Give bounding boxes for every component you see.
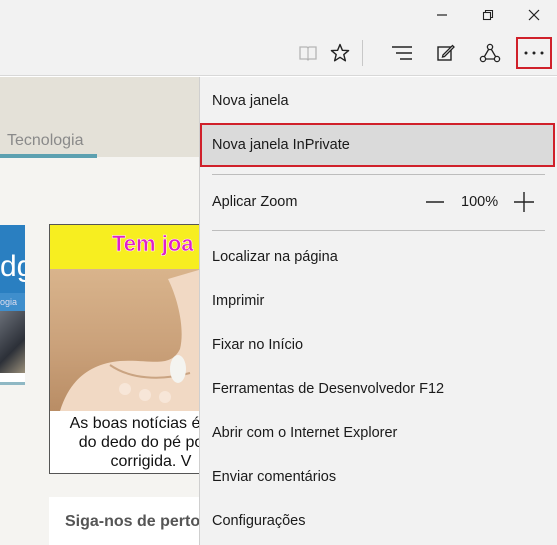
menu-item-pin-to-start[interactable]: Fixar no Início: [200, 323, 557, 367]
menu-separator: [212, 230, 545, 231]
web-note-icon: [437, 44, 455, 61]
favorite-button[interactable]: [323, 36, 357, 70]
ad-text-line-2: do dedo do pé po: [78, 434, 201, 451]
article-card[interactable]: dge ogia: [0, 225, 25, 385]
menu-item-print[interactable]: Imprimir: [200, 279, 557, 323]
menu-item-find-on-page[interactable]: Localizar na página: [200, 235, 557, 279]
menu-item-zoom: Aplicar Zoom 100%: [200, 180, 557, 224]
share-icon: [479, 43, 501, 63]
menu-item-open-with-ie[interactable]: Abrir com o Internet Explorer: [200, 411, 557, 455]
nav-tab-tecnologia[interactable]: Tecnologia: [0, 129, 84, 157]
zoom-label: Aplicar Zoom: [212, 194, 298, 210]
toolbar-divider: [362, 40, 363, 66]
ad-text-line-3: corrigida. V: [110, 453, 192, 470]
minimize-icon: [437, 14, 447, 16]
reading-view-button[interactable]: [291, 36, 325, 70]
article-card-category: ogia: [0, 293, 25, 311]
ad-text-line-1: As boas notícias é: [69, 415, 201, 432]
restore-button[interactable]: [465, 0, 511, 30]
hub-button[interactable]: [385, 36, 419, 70]
article-card-title: dge: [0, 225, 25, 293]
foot-illustration: [60, 269, 200, 411]
ad-image: [50, 269, 200, 411]
more-actions-button[interactable]: [516, 37, 552, 69]
browser-toolbar: [0, 30, 557, 76]
share-button[interactable]: [473, 36, 507, 70]
web-note-button[interactable]: [429, 36, 463, 70]
more-actions-menu: Nova janela Nova janela InPrivate Aplica…: [199, 77, 557, 545]
zoom-out-button[interactable]: [420, 187, 450, 217]
menu-item-new-window[interactable]: Nova janela: [200, 79, 557, 123]
zoom-out-icon: [426, 201, 444, 203]
hub-icon: [392, 46, 412, 60]
more-icon: [524, 51, 544, 55]
zoom-value: 100%: [461, 194, 499, 210]
menu-item-developer-tools[interactable]: Ferramentas de Desenvolvedor F12: [200, 367, 557, 411]
close-button[interactable]: [511, 0, 557, 30]
zoom-in-icon: [514, 192, 534, 212]
menu-item-send-feedback[interactable]: Enviar comentários: [200, 455, 557, 499]
nav-tab-underline: [0, 154, 97, 158]
advertisement[interactable]: Tem joa As boas notícias é do dedo do pé…: [49, 224, 201, 474]
menu-item-settings[interactable]: Configurações: [200, 499, 557, 543]
follow-section: Siga-nos de perto: [49, 497, 201, 545]
reading-view-icon: [299, 46, 317, 61]
menu-separator: [212, 174, 545, 175]
minimize-button[interactable]: [419, 0, 465, 30]
follow-heading: Siga-nos de perto: [65, 513, 201, 530]
close-icon: [528, 9, 540, 21]
zoom-in-button[interactable]: [509, 187, 539, 217]
menu-item-new-inprivate-window[interactable]: Nova janela InPrivate: [200, 123, 555, 167]
title-bar: [0, 0, 557, 30]
ad-title: Tem joa: [112, 231, 194, 257]
restore-icon: [482, 9, 494, 21]
article-card-image: [0, 311, 25, 373]
favorite-star-icon: [330, 43, 350, 62]
